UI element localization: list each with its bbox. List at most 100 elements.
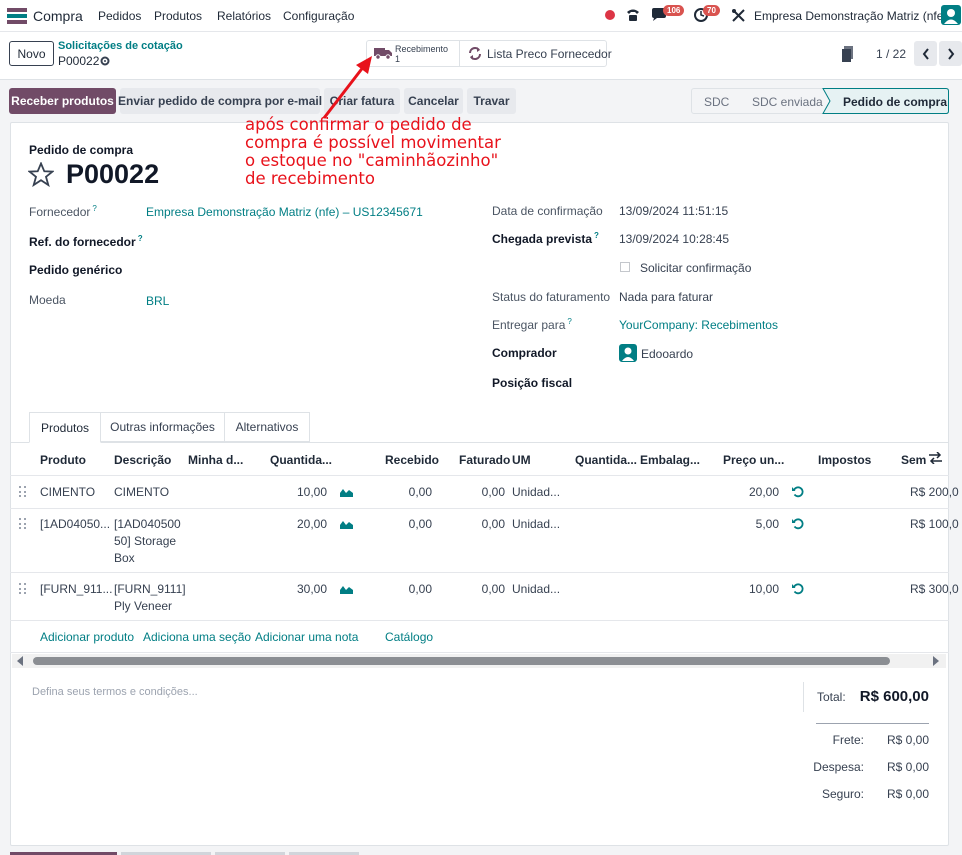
row-subtotal: R$ 100,0: [910, 517, 959, 531]
receipt-smart-button[interactable]: Recebimento 1: [366, 40, 459, 67]
scrollbar-thumb[interactable]: [33, 657, 890, 665]
company-switcher[interactable]: Empresa Demonstração Matriz (nfe): [754, 9, 947, 23]
user-avatar[interactable]: [941, 5, 961, 25]
col-produto[interactable]: Produto: [40, 453, 86, 467]
fiscal-position-field[interactable]: [619, 376, 919, 392]
document-title: P00022: [66, 159, 160, 189]
reset-price-icon[interactable]: [792, 518, 804, 530]
row-unit-price[interactable]: 5,00: [720, 517, 779, 531]
tools-icon[interactable]: [731, 8, 746, 23]
pager-next[interactable]: [939, 41, 962, 66]
pricelist-label: Lista Preco Fornecedor: [487, 47, 612, 61]
insurance-value: R$ 0,00: [886, 787, 929, 801]
row-unit-price[interactable]: 20,00: [720, 485, 779, 499]
drag-handle-icon[interactable]: [19, 583, 27, 595]
cancel-button[interactable]: Cancelar: [404, 88, 463, 114]
gear-icon[interactable]: [100, 56, 110, 66]
optional-columns-icon[interactable]: [929, 452, 942, 464]
tab-alternativos[interactable]: Alternativos: [225, 412, 310, 442]
vendor-field[interactable]: Empresa Demonstração Matriz (nfe) – US12…: [146, 205, 423, 219]
terms-input[interactable]: Defina seus termos e condições...: [32, 686, 198, 698]
reset-price-icon[interactable]: [792, 486, 804, 498]
menu-pedidos[interactable]: Pedidos: [98, 9, 141, 23]
col-quantidade[interactable]: Quantida...: [270, 453, 332, 467]
vendor-ref-field[interactable]: [146, 234, 446, 250]
col-um[interactable]: UM: [512, 453, 531, 467]
col-descricao[interactable]: Descrição: [114, 453, 171, 467]
col-quantidade-embalagem[interactable]: Quantida...: [575, 453, 637, 467]
menu-configuracao[interactable]: Configuração: [283, 9, 354, 23]
blanket-order-field[interactable]: [146, 263, 446, 279]
row-quantity[interactable]: 30,00: [270, 582, 327, 596]
label-fiscal-position: Posição fiscal: [492, 376, 573, 390]
stage-pedido-de-compra[interactable]: Pedido de compra: [843, 95, 947, 109]
buyer-field[interactable]: Edooardo: [641, 347, 693, 361]
currency-field[interactable]: BRL: [146, 294, 169, 308]
expected-arrival-field[interactable]: 13/09/2024 10:28:45: [619, 232, 729, 246]
star-icon[interactable]: [28, 162, 54, 187]
row-product[interactable]: [1AD04050...: [40, 517, 110, 531]
row-unit-price[interactable]: 10,00: [720, 582, 779, 596]
row-description-line: 50] Storage: [114, 534, 177, 548]
row-quantity[interactable]: 10,00: [270, 485, 327, 499]
menu-relatorios[interactable]: Relatórios: [217, 9, 271, 23]
row-quantity[interactable]: 20,00: [270, 517, 327, 531]
row-uom[interactable]: Unidad...: [512, 485, 560, 499]
breadcrumb[interactable]: Solicitações de cotação: [58, 40, 183, 52]
ask-confirmation-checkbox[interactable]: [620, 262, 630, 272]
record-dot-icon[interactable]: [605, 10, 615, 20]
pager-previous[interactable]: [914, 41, 937, 66]
add-product-link[interactable]: Adicionar produto: [40, 630, 134, 644]
chevron-right-icon: [947, 47, 954, 60]
drag-handle-icon[interactable]: [19, 486, 27, 498]
lock-button[interactable]: Travar: [467, 88, 516, 114]
tab-produtos[interactable]: Produtos: [29, 412, 101, 443]
stage-sdc-enviada[interactable]: SDC enviada: [752, 95, 823, 109]
row-uom[interactable]: Unidad...: [512, 582, 560, 596]
buyer-avatar[interactable]: [619, 344, 637, 362]
stage-sdc[interactable]: SDC: [704, 95, 729, 109]
confirmation-date-field[interactable]: 13/09/2024 11:51:15: [619, 204, 728, 218]
row-uom[interactable]: Unidad...: [512, 517, 560, 531]
freight-value: R$ 0,00: [886, 733, 929, 747]
drag-handle-icon[interactable]: [19, 518, 27, 530]
row-description[interactable]: [1AD040500: [114, 517, 181, 531]
col-recebido[interactable]: Recebido: [385, 453, 439, 467]
app-menu-icon[interactable]: [7, 8, 27, 24]
col-embalagem[interactable]: Embalag...: [640, 453, 700, 467]
deliver-to-field[interactable]: YourCompany: Recebimentos: [619, 318, 778, 332]
row-product[interactable]: CIMENTO: [40, 485, 95, 499]
col-minha-data[interactable]: Minha d...: [188, 453, 243, 467]
pricelist-smart-button[interactable]: Lista Preco Fornecedor: [460, 40, 612, 67]
tab-outras-informacoes[interactable]: Outras informações: [101, 412, 225, 442]
scroll-right-icon[interactable]: [932, 656, 939, 666]
col-subtotal[interactable]: Sem: [901, 453, 926, 467]
forecast-chart-icon[interactable]: [340, 519, 353, 529]
menu-produtos[interactable]: Produtos: [154, 9, 202, 23]
row-billed: 0,00: [481, 485, 505, 499]
row-product[interactable]: [FURN_911...: [40, 582, 112, 596]
receive-products-button[interactable]: Receber produtos: [9, 88, 116, 114]
row-description[interactable]: [FURN_9111]: [114, 582, 186, 596]
forecast-chart-icon[interactable]: [340, 487, 353, 497]
col-preco-unitario[interactable]: Preço un...: [723, 453, 784, 467]
phone-icon[interactable]: [625, 7, 641, 23]
catalog-link[interactable]: Catálogo: [385, 630, 433, 644]
new-button[interactable]: Novo: [9, 41, 54, 66]
add-note-link[interactable]: Adicionar uma nota: [255, 630, 358, 644]
document-icon[interactable]: [842, 46, 854, 62]
col-faturado[interactable]: Faturado: [459, 453, 510, 467]
forecast-chart-icon[interactable]: [340, 584, 353, 594]
reset-price-icon[interactable]: [792, 583, 804, 595]
scroll-left-icon[interactable]: [17, 656, 24, 666]
top-navbar: Compra Pedidos Produtos Relatórios Confi…: [0, 0, 962, 32]
row-description[interactable]: CIMENTO: [114, 485, 169, 499]
send-email-button[interactable]: Enviar pedido de compra por e-mail: [118, 88, 322, 114]
receipt-label: Recebimento: [395, 44, 449, 54]
annotation-arrow: [322, 56, 372, 119]
col-impostos[interactable]: Impostos: [818, 453, 871, 467]
pager-value[interactable]: 1 / 22: [876, 47, 906, 61]
row-divider: [10, 508, 949, 509]
add-section-link[interactable]: Adiciona uma seção: [143, 630, 251, 644]
app-name[interactable]: Compra: [33, 8, 83, 24]
